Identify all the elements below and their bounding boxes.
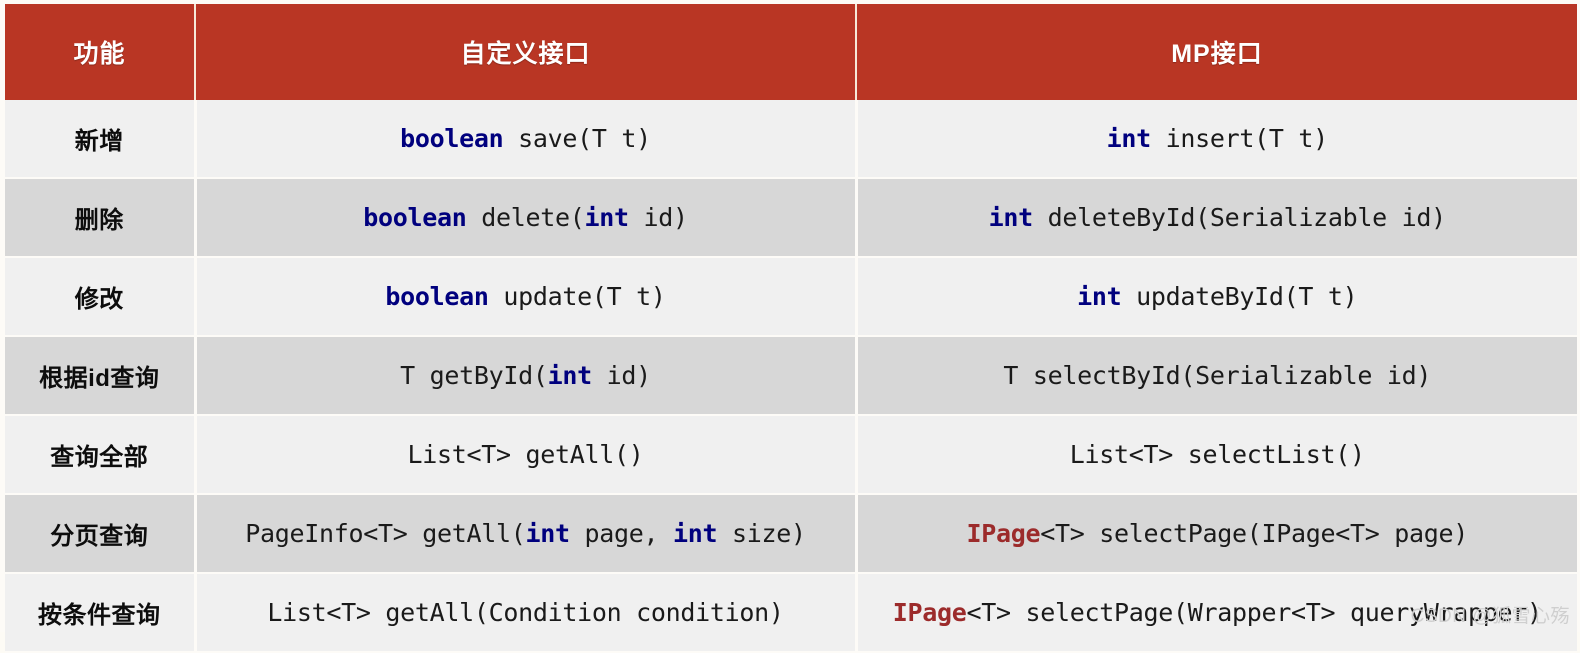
- code-token: List<T> getAll(Condition condition): [267, 598, 784, 627]
- code-token: int: [1106, 124, 1152, 153]
- cell-feature: 新增: [5, 100, 197, 179]
- cell-feature: 删除: [5, 178, 197, 258]
- table-row: 新增 boolean save(T t) int insert(T t): [5, 100, 1577, 179]
- table-header: 功能 自定义接口 MP接口: [5, 4, 1577, 100]
- cell-custom-interface: boolean delete(int id): [195, 178, 858, 258]
- cell-mp-interface: List<T> selectList(): [856, 415, 1577, 495]
- code-token: boolean: [363, 203, 467, 232]
- code-token: page,: [569, 519, 674, 548]
- cell-mp-interface: int updateById(T t): [856, 257, 1577, 337]
- table-row: 按条件查询 List<T> getAll(Condition condition)…: [5, 573, 1577, 653]
- code-token: <T> selectPage(Wrapper<T> queryWrapper): [966, 598, 1542, 627]
- code-token: IPage: [892, 598, 967, 627]
- cell-mp-interface: T selectById(Serializable id): [856, 336, 1577, 416]
- column-header-mp-interface: MP接口: [856, 4, 1577, 100]
- table-row: 修改 boolean update(T t) int updateById(T t): [5, 257, 1577, 337]
- code-token: size): [717, 519, 806, 548]
- code-token: PageInfo<T> getAll(: [245, 519, 526, 548]
- cell-custom-interface: List<T> getAll(Condition condition): [195, 573, 858, 653]
- cell-mp-interface: int insert(T t): [856, 100, 1577, 179]
- cell-custom-interface: PageInfo<T> getAll(int page, int size): [195, 494, 858, 574]
- code-token: int: [988, 203, 1034, 232]
- header-row: 功能 自定义接口 MP接口: [5, 4, 1577, 100]
- cell-feature: 根据id查询: [5, 336, 197, 416]
- cell-feature: 分页查询: [5, 494, 197, 574]
- code-token: boolean: [385, 282, 489, 311]
- table-body: 新增 boolean save(T t) int insert(T t) 删除 bool…: [5, 100, 1577, 653]
- code-token: int: [673, 519, 718, 548]
- code-token: insert(T t): [1150, 124, 1329, 153]
- cell-custom-interface: List<T> getAll(): [195, 415, 858, 495]
- code-token: boolean: [400, 124, 504, 153]
- cell-mp-interface: IPage<T> selectPage(Wrapper<T> queryWrap…: [856, 573, 1577, 653]
- code-token: int: [1077, 282, 1122, 311]
- code-token: T getById(: [400, 361, 548, 390]
- code-token: update(T t): [488, 282, 666, 311]
- cell-custom-interface: T getById(int id): [195, 336, 858, 416]
- code-token: IPage: [966, 519, 1041, 548]
- table-row: 删除 boolean delete(int id) int deleteById(S…: [5, 178, 1577, 258]
- code-token: id): [591, 361, 652, 390]
- code-token: int: [584, 203, 630, 232]
- code-token: <T> selectPage(IPage<T> page): [1040, 519, 1469, 548]
- column-header-custom-interface: 自定义接口: [195, 4, 857, 100]
- table-row: 查询全部 List<T> getAll() List<T> selectList(): [5, 415, 1577, 495]
- cell-custom-interface: boolean update(T t): [195, 257, 858, 337]
- cell-feature: 修改: [5, 257, 197, 337]
- table-row: 分页查询 PageInfo<T> getAll(int page, int siz…: [5, 494, 1577, 574]
- cell-custom-interface: boolean save(T t): [195, 100, 858, 179]
- interface-comparison-table: 功能 自定义接口 MP接口 新增 boolean save(T t) int ins…: [5, 4, 1577, 653]
- table-row: 根据id查询 T getById(int id) T selectById(Seri…: [5, 336, 1577, 416]
- code-token: delete(: [466, 203, 585, 232]
- cell-feature: 查询全部: [5, 415, 197, 495]
- code-token: int: [547, 361, 593, 390]
- code-token: id): [628, 203, 689, 232]
- cell-mp-interface: IPage<T> selectPage(IPage<T> page): [856, 494, 1577, 574]
- code-token: List<T> selectList(): [1069, 440, 1365, 469]
- column-header-feature: 功能: [5, 4, 196, 100]
- comparison-table-container: 功能 自定义接口 MP接口 新增 boolean save(T t) int ins…: [0, 4, 1580, 653]
- code-token: List<T> getAll(): [407, 440, 644, 469]
- code-token: T selectById(Serializable id): [1003, 361, 1432, 390]
- code-token: int: [525, 519, 570, 548]
- code-token: deleteById(Serializable id): [1032, 203, 1447, 232]
- code-token: updateById(T t): [1121, 282, 1358, 311]
- code-token: save(T t): [503, 124, 651, 153]
- cell-feature: 按条件查询: [5, 573, 197, 653]
- cell-mp-interface: int deleteById(Serializable id): [856, 178, 1577, 258]
